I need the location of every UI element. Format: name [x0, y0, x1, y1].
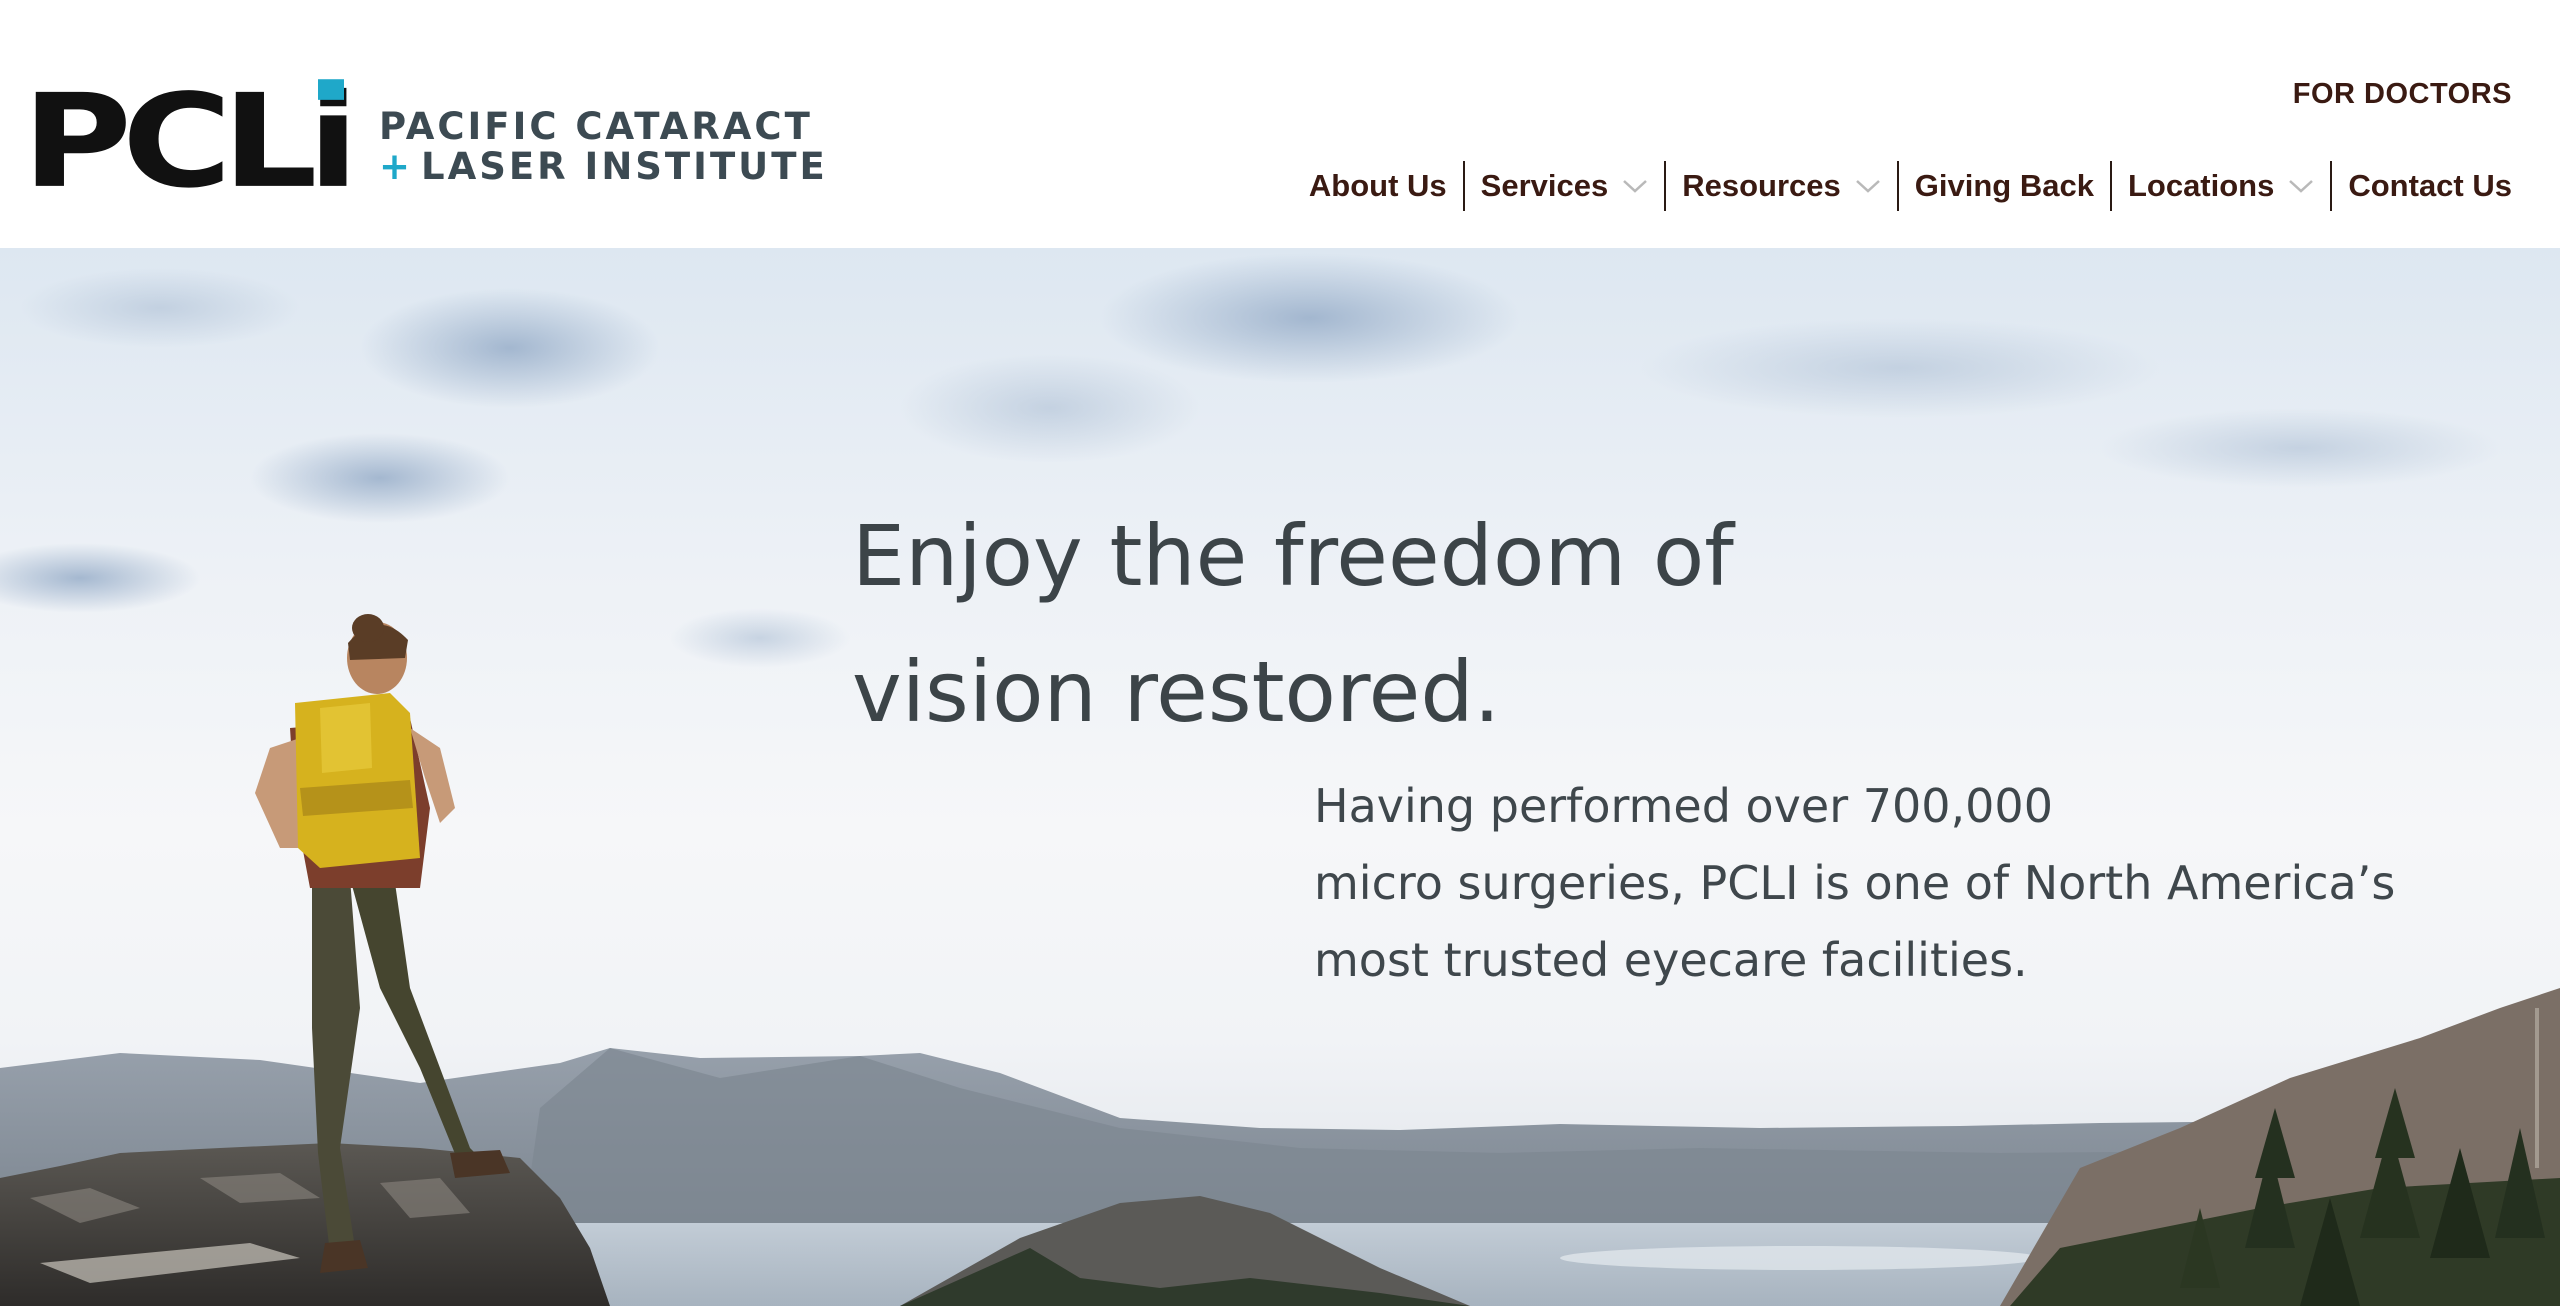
- main-nav: About Us Services Resources Giving Back …: [1293, 160, 2512, 212]
- nav-contact-us[interactable]: Contact Us: [2332, 160, 2512, 212]
- hero-headline: Enjoy the freedom of vision restored.: [852, 488, 1852, 760]
- pcli-logo[interactable]: PCLi PACIFIC CATARACT + LASER INSTITUTE: [22, 78, 828, 207]
- chevron-down-icon[interactable]: [1855, 178, 1881, 194]
- nav-label: Contact Us: [2348, 168, 2512, 203]
- nav-giving-back[interactable]: Giving Back: [1899, 160, 2110, 212]
- for-doctors-link[interactable]: FOR DOCTORS: [2293, 78, 2512, 111]
- headline-line-2: vision restored.: [852, 643, 1501, 741]
- logo-line-2: LASER INSTITUTE: [421, 145, 828, 188]
- nav-resources[interactable]: Resources: [1666, 160, 1897, 212]
- chevron-down-icon[interactable]: [2288, 178, 2314, 194]
- nav-label: About Us: [1308, 168, 1447, 203]
- nav-label: Resources: [1682, 168, 1841, 203]
- nav-locations[interactable]: Locations: [2112, 160, 2330, 212]
- nav-label: Giving Back: [1914, 168, 2094, 203]
- logo-plus: +: [379, 145, 414, 188]
- logo-dot: [318, 79, 345, 100]
- nav-label: Locations: [2127, 168, 2275, 203]
- hero-banner: Enjoy the freedom of vision restored. Ha…: [0, 248, 2560, 1306]
- subtext-line-3: most trusted eyecare facilities.: [1314, 933, 2028, 987]
- logo-institute-name: PACIFIC CATARACT + LASER INSTITUTE: [379, 107, 828, 187]
- subtext-line-1: Having performed over 700,000: [1314, 779, 2053, 833]
- hero-subtext: Having performed over 700,000 micro surg…: [1314, 768, 2464, 999]
- nav-about-us[interactable]: About Us: [1293, 160, 1463, 212]
- nav-services[interactable]: Services: [1465, 160, 1665, 212]
- subtext-line-2: micro surgeries, PCLI is one of North Am…: [1314, 856, 2396, 910]
- site-header: PCLi PACIFIC CATARACT + LASER INSTITUTE F…: [0, 0, 2560, 248]
- headline-line-1: Enjoy the freedom of: [852, 507, 1734, 605]
- logo-wordmark: PCLi: [22, 67, 359, 217]
- chevron-down-icon[interactable]: [1622, 178, 1648, 194]
- nav-label: Services: [1480, 168, 1609, 203]
- logo-line-1: PACIFIC CATARACT: [379, 105, 813, 149]
